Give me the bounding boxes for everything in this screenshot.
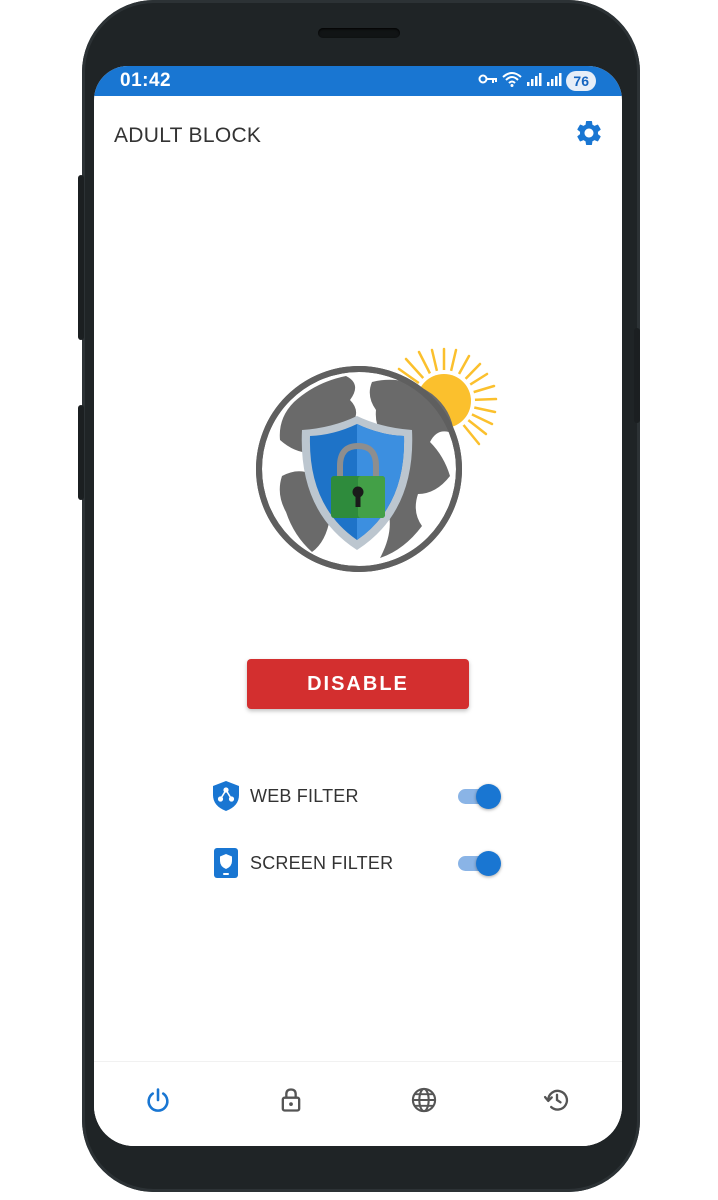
phone-shield-icon	[212, 847, 240, 879]
nav-globe[interactable]	[404, 1082, 444, 1122]
app-screen: 01:42 76 ADULT BLOCK DISABLE WEB FILTER …	[94, 66, 622, 1146]
nav-lock[interactable]	[271, 1082, 311, 1122]
history-icon	[543, 1086, 571, 1119]
battery-badge: 76	[566, 71, 596, 91]
vpn-key-icon	[478, 72, 498, 91]
web-filter-row: WEB FILTER	[212, 776, 502, 816]
wifi-icon	[502, 71, 523, 92]
status-time: 01:42	[120, 70, 172, 91]
status-icons: 76	[478, 70, 596, 92]
web-filter-label: WEB FILTER	[250, 785, 359, 806]
web-filter-toggle[interactable]	[456, 784, 502, 809]
hero-illustration	[254, 344, 504, 594]
volume-up-button-hardware	[78, 175, 84, 340]
globe-icon	[410, 1086, 438, 1119]
toggle-thumb	[476, 784, 501, 809]
power-icon	[144, 1086, 172, 1119]
signal-icon	[546, 71, 562, 92]
gear-icon	[574, 118, 604, 153]
lock-icon	[277, 1086, 305, 1119]
disable-button[interactable]: DISABLE	[247, 659, 469, 709]
volume-down-button-hardware	[78, 405, 84, 500]
earpiece-speaker	[318, 28, 400, 38]
screen-filter-row: SCREEN FILTER	[212, 843, 502, 883]
signal-icon	[526, 71, 542, 92]
screen-filter-toggle[interactable]	[456, 851, 502, 876]
power-button-hardware	[634, 328, 640, 423]
nav-history[interactable]	[537, 1082, 577, 1122]
status-bar: 01:42 76	[94, 66, 622, 96]
app-title: ADULT BLOCK	[114, 124, 262, 147]
screen-filter-label: SCREEN FILTER	[250, 852, 394, 873]
toggle-thumb	[476, 851, 501, 876]
settings-button[interactable]	[572, 118, 606, 152]
shield-share-icon	[212, 780, 240, 812]
bottom-navigation	[94, 1061, 622, 1146]
nav-power[interactable]	[138, 1082, 178, 1122]
